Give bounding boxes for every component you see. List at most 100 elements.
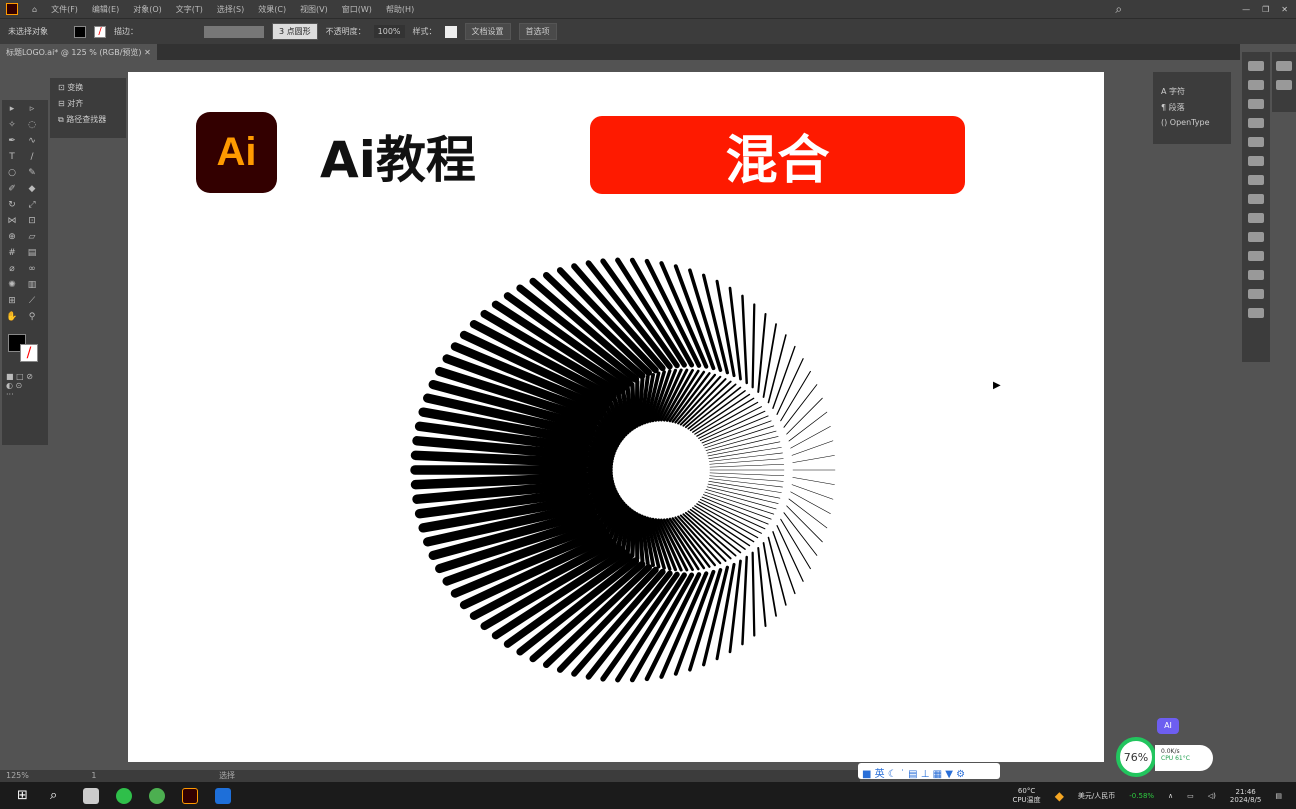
eraser-icon[interactable]: ◆: [25, 184, 39, 196]
shaper-icon[interactable]: ✐: [5, 184, 19, 196]
panel-transform[interactable]: ⊡ 变换: [50, 78, 126, 94]
fill-swatch[interactable]: [74, 25, 86, 38]
fx-label[interactable]: 美元/人民币: [1078, 791, 1115, 801]
system-monitor-widget[interactable]: 76% 0.0K/s CPU 61°C AI: [1115, 718, 1215, 779]
menu-edit[interactable]: 编辑(E): [92, 4, 119, 15]
style-swatch[interactable]: [444, 25, 457, 38]
type-tool-icon[interactable]: T: [5, 152, 19, 164]
zoom-level[interactable]: 125%: [6, 771, 29, 780]
inner-blend-spoke: [708, 447, 782, 459]
symbol-sprayer-icon[interactable]: ✺: [5, 280, 19, 292]
gradient-panel-icon[interactable]: [1248, 175, 1264, 185]
line-tool-icon[interactable]: /: [25, 152, 39, 164]
brush-dropdown[interactable]: 3 点圆形: [272, 23, 318, 40]
menu-window[interactable]: 窗口(W): [342, 4, 372, 15]
zoom-tool-icon[interactable]: ⚲: [25, 312, 39, 324]
variable-width-field[interactable]: [204, 25, 264, 38]
start-icon[interactable]: ⊞: [17, 788, 33, 804]
illustrator-taskbar-icon[interactable]: [182, 787, 198, 804]
direct-selection-tool-icon[interactable]: ▹: [25, 104, 39, 116]
edit-toolbar-icon[interactable]: ■ □ ⊘ ◐ ⊙ ···: [2, 372, 48, 399]
shape-builder-icon[interactable]: ⊕: [5, 232, 19, 244]
blend-tool-icon[interactable]: ∞: [25, 264, 39, 276]
clock-date[interactable]: 2024/8/5: [1230, 796, 1261, 804]
menu-help[interactable]: 帮助(H): [386, 4, 414, 15]
layers-icon[interactable]: [1248, 251, 1264, 261]
app-icon[interactable]: [149, 787, 165, 804]
close-icon[interactable]: ✕: [1281, 5, 1288, 14]
wechat-icon[interactable]: [116, 787, 132, 804]
stroke-swatch[interactable]: /: [94, 25, 106, 38]
menu-select[interactable]: 选择(S): [217, 4, 244, 15]
search-taskbar-icon[interactable]: ⌕: [50, 788, 66, 804]
libraries-icon[interactable]: [1276, 61, 1292, 71]
menu-file[interactable]: 文件(F): [51, 4, 78, 15]
notification-icon[interactable]: ▤: [1275, 792, 1282, 800]
swatches-icon[interactable]: [1248, 99, 1264, 109]
comments-icon[interactable]: [1248, 308, 1264, 318]
ellipse-tool-icon[interactable]: ○: [5, 168, 19, 180]
opacity-field[interactable]: 100%: [373, 25, 405, 38]
hand-tool-icon[interactable]: ✋: [5, 312, 19, 324]
curvature-icon[interactable]: ∿: [25, 136, 39, 148]
color-panel-icon[interactable]: [1248, 61, 1264, 71]
menu-object[interactable]: 对象(O): [133, 4, 162, 15]
maximize-icon[interactable]: ❐: [1262, 5, 1269, 14]
document-setup-button[interactable]: 文档设置: [464, 23, 511, 40]
links-icon[interactable]: [1248, 289, 1264, 299]
panel-character[interactable]: A 字符: [1153, 82, 1231, 98]
menu-effect[interactable]: 效果(C): [258, 4, 286, 15]
transform-panel-group: ⊡ 变换 ⊟ 对齐 ⧉ 路径查找器: [50, 78, 126, 138]
brushes-icon[interactable]: [1248, 118, 1264, 128]
search-icon[interactable]: ⌕: [1115, 2, 1122, 17]
network-icon[interactable]: ▭: [1187, 792, 1194, 800]
artboard-number[interactable]: 1: [91, 771, 96, 780]
transparency-icon[interactable]: [1248, 194, 1264, 204]
menu-view[interactable]: 视图(V): [300, 4, 328, 15]
pen-tool-icon[interactable]: ✒: [5, 136, 19, 148]
panel-align[interactable]: ⊟ 对齐: [50, 94, 126, 110]
perspective-icon[interactable]: ▱: [25, 232, 39, 244]
appearance-icon[interactable]: [1248, 213, 1264, 223]
panel-opentype[interactable]: () OpenType: [1153, 114, 1231, 130]
properties-icon[interactable]: [1276, 80, 1292, 90]
meeting-icon[interactable]: [215, 787, 231, 804]
scale-icon[interactable]: ⤢: [25, 200, 39, 212]
rotate-icon[interactable]: ↻: [5, 200, 19, 212]
stroke-panel-icon[interactable]: [1248, 156, 1264, 166]
widgets-icon[interactable]: [83, 787, 99, 804]
magic-wand-icon[interactable]: ✧: [5, 120, 19, 132]
stroke-weight-field[interactable]: [146, 25, 196, 38]
preferences-button[interactable]: 首选项: [518, 23, 557, 40]
home-icon[interactable]: ⌂: [32, 5, 37, 14]
width-tool-icon[interactable]: ⋈: [5, 216, 19, 228]
graphic-styles-icon[interactable]: [1248, 232, 1264, 242]
symbols-icon[interactable]: [1248, 137, 1264, 147]
ai-assistant-icon[interactable]: AI: [1157, 718, 1179, 734]
graph-tool-icon[interactable]: ▥: [25, 280, 39, 292]
document-tab[interactable]: 标题LOGO.ai* @ 125 % (RGB/预览) ✕: [0, 44, 157, 60]
ime-toolbar[interactable]: ■ 英 ☾ ˙ ▤ ⊥ ▦ ▼ ⚙: [858, 763, 1000, 780]
asset-export-icon[interactable]: [1248, 270, 1264, 280]
artboard-tool-icon[interactable]: ⊞: [5, 296, 19, 308]
selection-tool-icon[interactable]: ▸: [5, 104, 19, 116]
stroke-color-icon[interactable]: /: [20, 344, 38, 362]
lasso-icon[interactable]: ◌: [25, 120, 39, 132]
panel-pathfinder[interactable]: ⧉ 路径查找器: [50, 110, 126, 126]
panel-paragraph[interactable]: ¶ 段落: [1153, 98, 1231, 114]
slice-icon[interactable]: ⟋: [25, 296, 39, 308]
minimize-icon[interactable]: —: [1242, 5, 1250, 14]
paintbrush-icon[interactable]: ✎: [25, 168, 39, 180]
tray-chevron-icon[interactable]: ∧: [1168, 792, 1173, 800]
inner-blend-spoke: [630, 382, 637, 430]
current-tool: 选择: [219, 771, 236, 780]
eyedropper-icon[interactable]: ⌀: [5, 264, 19, 276]
menu-type[interactable]: 文字(T): [176, 4, 203, 15]
clock-time[interactable]: 21:46: [1230, 788, 1261, 796]
gradient-icon[interactable]: ▤: [25, 248, 39, 260]
free-transform-icon[interactable]: ⊡: [25, 216, 39, 228]
stroke-label: 描边：: [114, 27, 138, 36]
mesh-icon[interactable]: #: [5, 248, 19, 260]
color-guide-icon[interactable]: [1248, 80, 1264, 90]
volume-icon[interactable]: ◁): [1208, 792, 1216, 800]
